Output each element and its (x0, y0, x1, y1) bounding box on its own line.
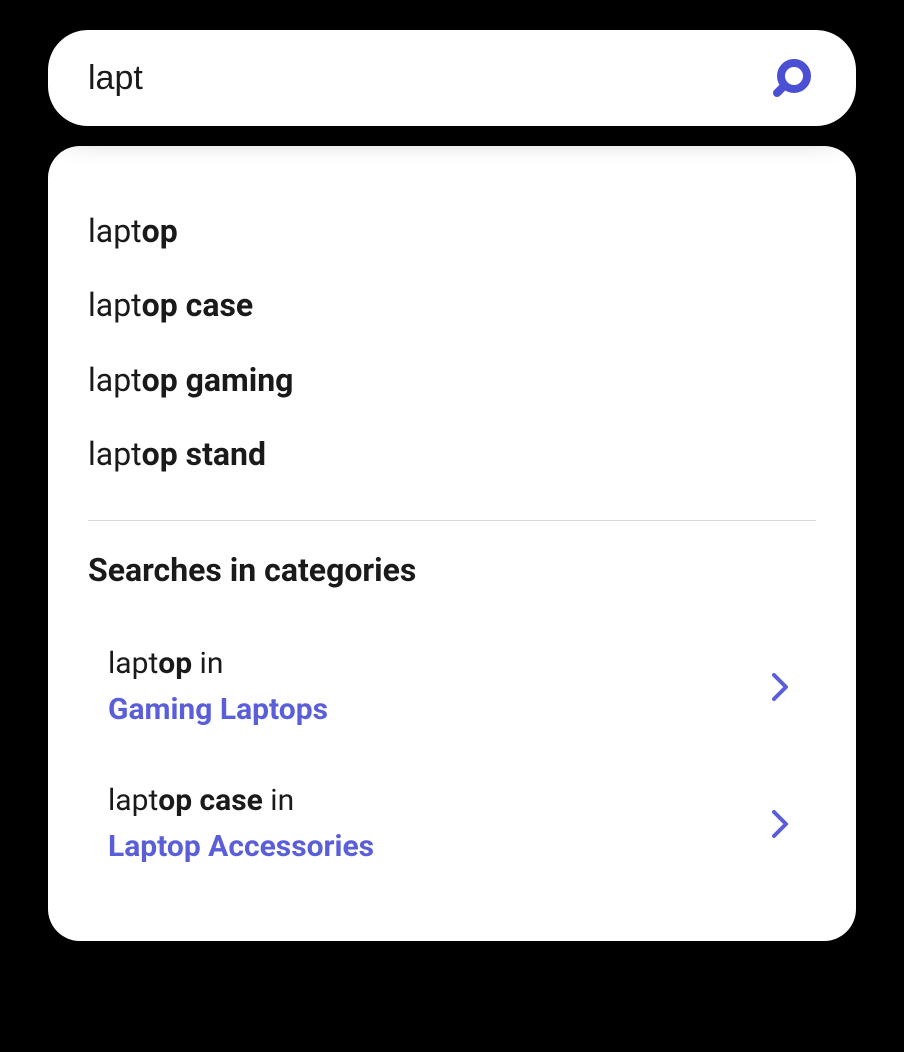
suggestion-rest: op gaming (142, 361, 294, 399)
suggestion-item[interactable]: laptop gaming (88, 343, 816, 417)
category-suggestion-item[interactable]: laptop in Gaming Laptops (108, 619, 816, 756)
category-text: laptop case in Laptop Accessories (108, 778, 374, 871)
category-term-prefix: lapt (108, 646, 158, 681)
chevron-right-icon (764, 671, 796, 703)
category-term-prefix: lapt (108, 783, 158, 818)
suggestion-item[interactable]: laptop case (88, 268, 816, 342)
chevron-right-icon (764, 808, 796, 840)
category-name: Laptop Accessories (108, 824, 374, 871)
suggestion-prefix: lapt (88, 435, 142, 473)
suggestion-prefix: lapt (88, 212, 142, 250)
suggestion-item[interactable]: laptop (88, 194, 816, 268)
search-bar (48, 30, 856, 126)
category-text: laptop in Gaming Laptops (108, 641, 328, 734)
suggestion-rest: op case (142, 286, 254, 324)
in-label: in (270, 783, 294, 818)
category-name: Gaming Laptops (108, 687, 328, 734)
suggestion-prefix: lapt (88, 286, 142, 324)
category-suggestion-item[interactable]: laptop case in Laptop Accessories (108, 756, 816, 893)
search-icon (772, 54, 820, 102)
category-list: laptop in Gaming Laptops laptop case in … (88, 619, 816, 893)
category-term-rest: op case (158, 783, 263, 818)
suggestion-prefix: lapt (88, 361, 142, 399)
categories-header: Searches in categories (88, 551, 816, 589)
category-term-rest: op (158, 646, 192, 681)
suggestion-item[interactable]: laptop stand (88, 417, 816, 491)
search-button[interactable] (768, 50, 824, 106)
search-input[interactable] (88, 59, 768, 98)
autocomplete-dropdown: laptop laptop case laptop gaming laptop … (48, 146, 856, 941)
suggestion-rest: op stand (142, 435, 266, 473)
in-label: in (200, 646, 224, 681)
suggestion-rest: op (142, 212, 178, 250)
divider (88, 520, 816, 521)
suggestion-list: laptop laptop case laptop gaming laptop … (88, 194, 816, 492)
